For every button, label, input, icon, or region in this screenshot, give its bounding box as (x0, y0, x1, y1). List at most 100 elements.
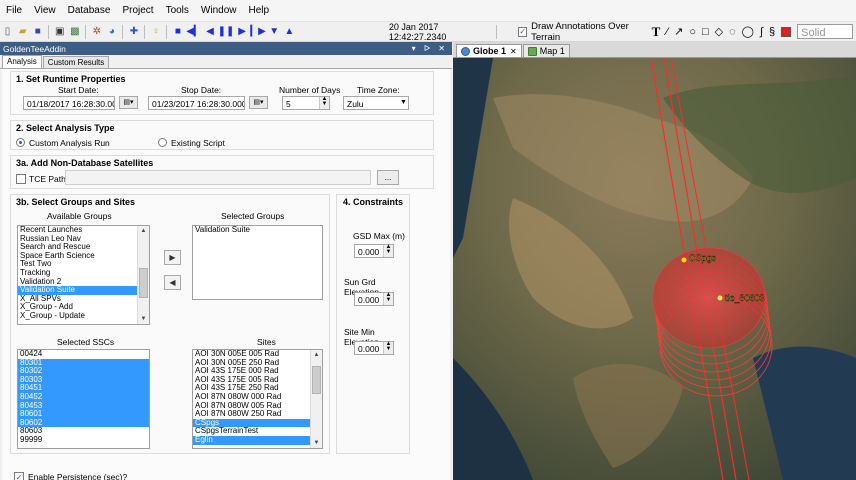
rectangle-tool-icon[interactable]: □ (702, 26, 709, 38)
current-datetime: 20 Jan 2017 12:42:27.2340 (388, 21, 447, 42)
open-icon[interactable]: ▰ (17, 25, 28, 38)
tab-map-1[interactable]: Map 1 (522, 44, 570, 57)
scroll-thumb[interactable] (139, 268, 148, 298)
scroll-thumb[interactable] (312, 366, 321, 394)
section-title: 4. Constraints (343, 197, 404, 207)
pause-icon[interactable]: ❚❚ (218, 25, 235, 38)
step-back-icon[interactable]: ◀▎ (186, 25, 201, 38)
eject-icon[interactable]: ▲ (284, 25, 295, 38)
existing-script-label: Existing Script (171, 138, 225, 148)
stop-icon[interactable]: ■ (172, 25, 183, 38)
chevron-down-icon[interactable]: ▼ (400, 99, 407, 106)
stop-date-input[interactable]: 01/23/2017 16:28:30.000 (148, 96, 245, 110)
step-forward-icon[interactable]: ▎▶ (250, 25, 265, 38)
menu-view[interactable]: View (34, 5, 56, 16)
draw-annotations-checkbox[interactable]: ✓ Draw Annotations Over Terrain (518, 21, 640, 43)
sites-list[interactable]: AOI 30N 005E 005 Rad AOI 30N 005E 250 Rad… (192, 349, 323, 449)
crosshair-icon[interactable]: ✚ (128, 25, 139, 38)
panel-tabs: Analysis Custom Results (0, 55, 452, 69)
number-of-days-label: Number of Days (279, 85, 341, 95)
save-icon[interactable]: ■ (32, 25, 43, 38)
stop-calendar-button[interactable]: ▤▾ (249, 96, 268, 109)
close-icon[interactable]: ✕ (438, 44, 448, 53)
selected-sscs-list[interactable]: 00424 80301 80302 80303 80451 80452 80453 80601… (17, 349, 150, 449)
selected-groups-list[interactable]: Validation Suite (192, 225, 323, 300)
scrollbar[interactable]: ▲ ▼ (137, 226, 149, 324)
menu-tools[interactable]: Tools (166, 5, 189, 16)
play-icon[interactable]: ▶ (237, 25, 248, 38)
available-groups-list[interactable]: Recent Launches Russian Leo Nav Search and… (17, 225, 150, 325)
ellipse-tool-icon[interactable]: ◯ (742, 25, 754, 38)
arc-tool-icon[interactable]: ◌ (729, 26, 736, 38)
list-item[interactable]: Validation Suite (193, 226, 322, 235)
new-icon[interactable]: ▯ (2, 25, 13, 38)
sites-label: Sites (257, 337, 276, 347)
tab-analysis[interactable]: Analysis (2, 55, 42, 68)
rewind-icon[interactable]: ◀ (204, 25, 215, 38)
number-of-days-spinner[interactable]: ▲ ▼ (319, 96, 329, 109)
pin-icon[interactable]: ᐅ (424, 44, 433, 53)
start-calendar-button[interactable]: ▤▾ (119, 96, 138, 109)
selected-groups-label: Selected Groups (221, 211, 285, 221)
tab-custom-results[interactable]: Custom Results (42, 56, 110, 68)
map-icon (527, 46, 537, 56)
add-group-button[interactable]: ▶ (164, 250, 181, 265)
remove-group-button[interactable]: ◀ (164, 275, 181, 290)
polygon-tool-icon[interactable]: ◇ (715, 25, 723, 38)
scroll-up-icon[interactable]: ▲ (138, 228, 149, 234)
sun-grd-elevation-spinner[interactable]: ▲ ▼ (383, 292, 393, 305)
section-title: 1. Set Runtime Properties (16, 74, 126, 84)
toolbar-divider (144, 24, 146, 39)
tab-globe-1[interactable]: Globe 1 ✕ (456, 44, 522, 57)
database-icon[interactable]: ▣ (54, 25, 65, 38)
menu-file[interactable]: File (6, 5, 22, 16)
curve-tool-icon[interactable]: ∫ (760, 26, 763, 38)
dropdown-icon[interactable]: ▾ (412, 44, 419, 53)
enable-persistence-label: Enable Persistence (sec)? (28, 472, 128, 480)
menu-help[interactable]: Help (249, 5, 270, 16)
menu-database[interactable]: Database (68, 5, 111, 16)
freehand-tool-icon[interactable]: § (769, 26, 775, 38)
circle-tool-icon[interactable]: ○ (689, 26, 696, 38)
draw-annotations-label: Draw Annotations Over Terrain (531, 20, 629, 43)
site-min-elevation-spinner[interactable]: ▲ ▼ (383, 341, 393, 354)
site-marker[interactable] (681, 257, 687, 263)
site-label: CSpgs (689, 253, 717, 263)
scroll-down-icon[interactable]: ▼ (138, 316, 149, 322)
close-icon[interactable]: ✕ (510, 47, 517, 56)
browse-button[interactable]: ... (377, 170, 399, 185)
scrollbar[interactable]: ▲ ▼ (310, 350, 322, 448)
list-item[interactable]: X_Group - Update (18, 311, 149, 321)
satellite-imagery[interactable]: CSpgs tle_80603 (453, 58, 856, 480)
menu-window[interactable]: Window (201, 5, 237, 16)
tce-path-checkbox[interactable] (16, 174, 26, 184)
satellite-icon[interactable]: ✲ (91, 25, 102, 38)
list-item[interactable]: Eglin (193, 435, 322, 445)
tab-label: Globe 1 (473, 46, 507, 56)
gsd-max-spinner[interactable]: ▲ ▼ (383, 244, 393, 257)
text-tool-icon[interactable]: T (652, 24, 661, 40)
enable-persistence-checkbox[interactable]: ✓ (14, 472, 24, 480)
list-item[interactable]: 99999 (18, 435, 149, 445)
fast-forward-icon[interactable]: ▼ (269, 25, 280, 38)
arrow-tool-icon[interactable]: ↗ (674, 25, 683, 38)
database-add-icon[interactable]: ▩ (69, 25, 80, 38)
tce-path-input[interactable] (65, 170, 371, 185)
analysis-panel: 1. Set Runtime Properties Start Date: 01… (2, 69, 450, 480)
scroll-down-icon[interactable]: ▼ (311, 440, 322, 446)
color-swatch[interactable] (781, 26, 792, 37)
line-tool-icon[interactable]: ⁄ (666, 26, 668, 38)
custom-analysis-radio[interactable] (16, 138, 25, 147)
lightbulb-icon[interactable]: ♀ (150, 25, 161, 38)
satellite-marker[interactable] (717, 295, 723, 301)
globe-view[interactable]: Globe 1 ✕ Map 1 CSpgs tle_80603 (453, 42, 856, 480)
line-style-select[interactable]: Solid (797, 24, 854, 39)
existing-script-radio[interactable] (158, 138, 167, 147)
scroll-up-icon[interactable]: ▲ (311, 352, 322, 358)
menu-project[interactable]: Project (122, 5, 153, 16)
globe-icon[interactable]: ◕ (106, 25, 117, 38)
start-date-label: Start Date: (58, 85, 99, 95)
start-date-input[interactable]: 01/18/2017 16:28:30.000 (23, 96, 115, 110)
tce-path-label: TCE Path: (29, 174, 69, 184)
toolbar-divider (48, 24, 50, 39)
